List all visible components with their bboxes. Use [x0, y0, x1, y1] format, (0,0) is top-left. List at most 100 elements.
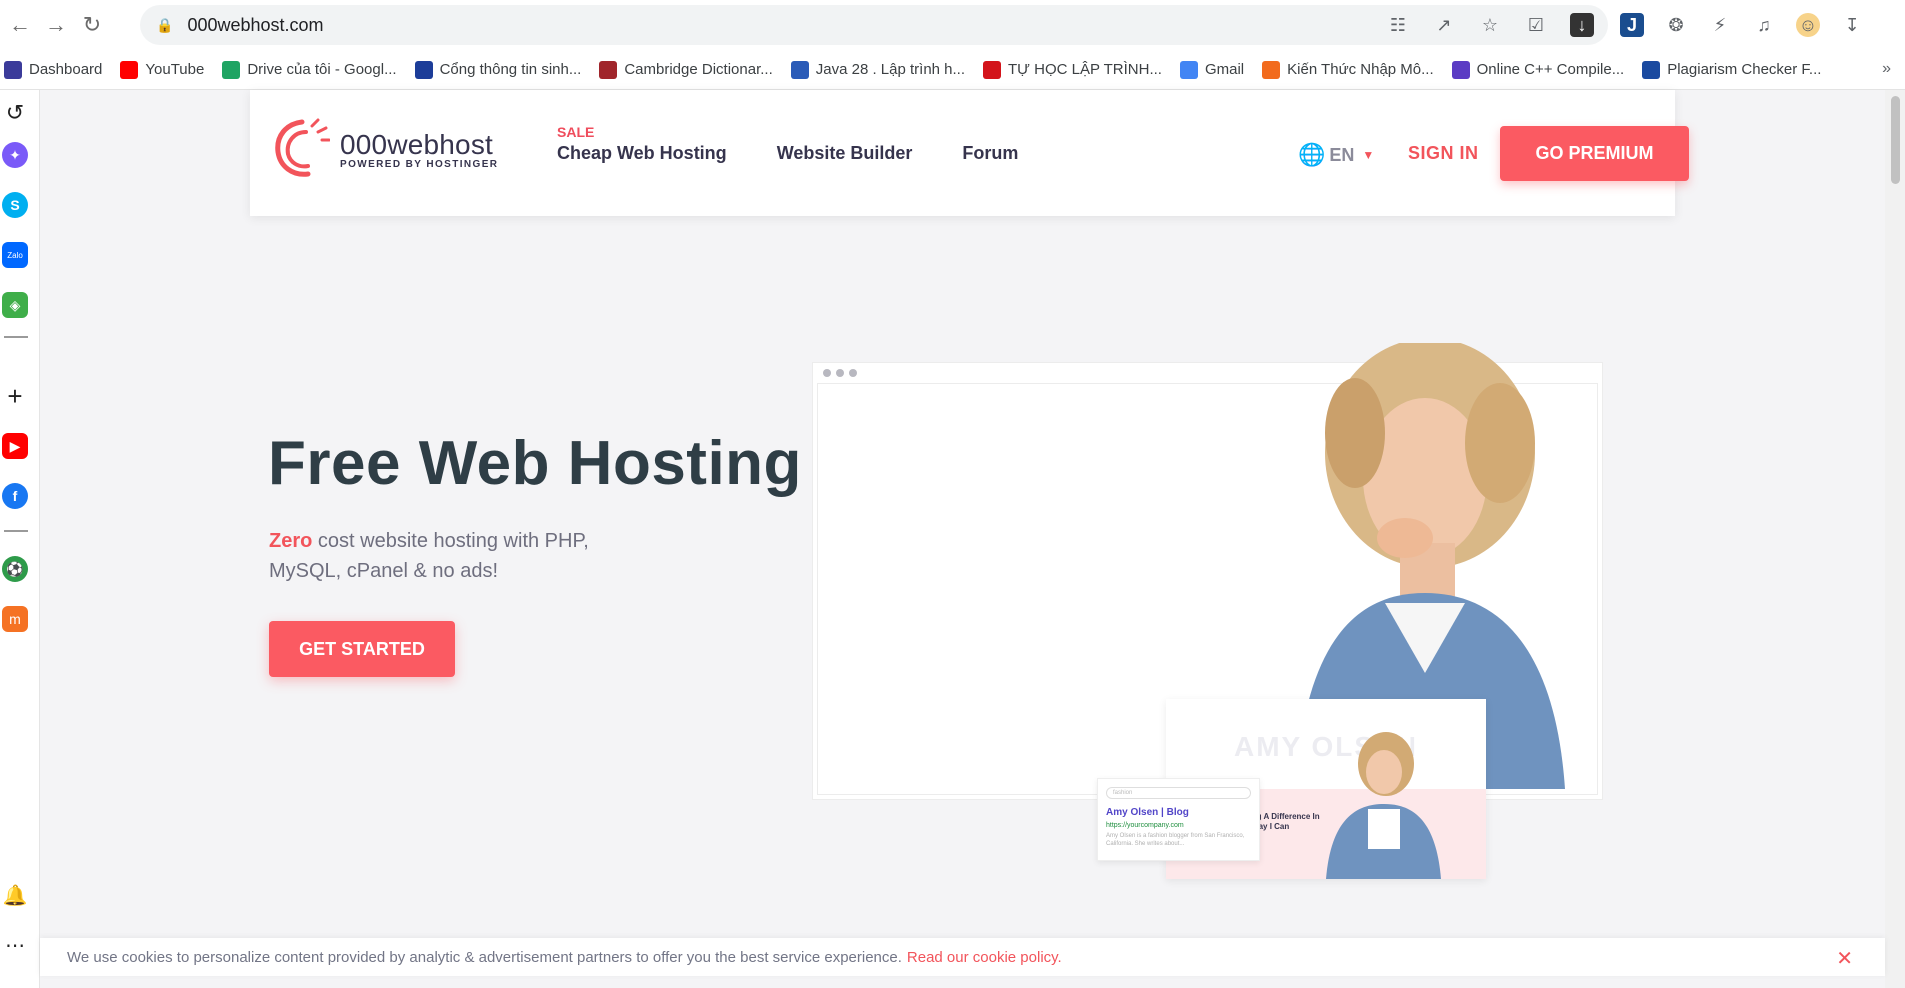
bookmark-label: Kiến Thức Nhập Mô...: [1287, 61, 1434, 78]
profile-avatar[interactable]: ☺: [1796, 13, 1820, 37]
puzzle-icon[interactable]: ❂: [1664, 13, 1688, 37]
search-result-card: fashion Amy Olsen | Blog https://yourcom…: [1097, 778, 1260, 861]
logo-swirl-icon: [275, 118, 330, 177]
share-icon[interactable]: ↗: [1432, 13, 1456, 37]
bookmark-item[interactable]: Cambridge Dictionar...: [599, 60, 773, 79]
download-icon[interactable]: ↧: [1840, 13, 1864, 37]
main-nav: SALE Cheap Web Hosting Website Builder F…: [557, 124, 1068, 164]
bookmarks-bar: Dashboard YouTube Drive của tôi - Googl...…: [0, 50, 1905, 90]
bookmark-item[interactable]: Java 28 . Lập trình h...: [790, 60, 966, 79]
bookmark-item[interactable]: Kiến Thức Nhập Mô...: [1262, 60, 1434, 79]
back-icon[interactable]: ←: [2, 7, 38, 43]
bookmark-favicon-icon: [1179, 60, 1198, 79]
language-selector[interactable]: 🌐 EN ▼: [1298, 142, 1374, 168]
mini-search-input: fashion: [1106, 787, 1251, 799]
bell-icon[interactable]: 🔔: [2, 882, 28, 908]
nav-website-builder[interactable]: Website Builder: [777, 143, 913, 164]
bookmark-favicon-icon: [4, 60, 22, 79]
get-started-button[interactable]: GET STARTED: [269, 621, 455, 677]
close-icon[interactable]: ✕: [1836, 946, 1853, 971]
go-premium-button[interactable]: GO PREMIUM: [1500, 126, 1689, 181]
hero-title: Free Web Hosting: [268, 429, 802, 498]
bolt-icon[interactable]: ⚡: [1708, 13, 1732, 37]
browser-sidebar: ↺ ✦ S Zalo ◈ + ▶ f ⚽ m 🔔 ⋯: [0, 90, 40, 988]
site-header: 000webhost POWERED BY HOSTINGER SALE Che…: [250, 90, 1689, 216]
hero-subtitle-text: cost website hosting with PHP, MySQL, cP…: [269, 530, 589, 582]
hero-highlight: Zero: [269, 530, 313, 552]
url-text[interactable]: 000webhost.com: [187, 15, 323, 36]
bookmark-label: Cổng thông tin sinh...: [439, 61, 582, 78]
bookmark-item[interactable]: Cổng thông tin sinh...: [414, 60, 582, 79]
mini-blog-desc: Amy Olsen is a fashion blogger from San …: [1106, 833, 1245, 847]
bookmark-label: YouTube: [145, 61, 205, 78]
bookmark-favicon-icon: [414, 60, 433, 79]
scrollbar[interactable]: [1885, 90, 1905, 988]
shield-extension-icon[interactable]: ☑: [1524, 13, 1548, 37]
bookmark-item[interactable]: TỰ HỌC LẬP TRÌNH...: [983, 60, 1162, 79]
nav-cheap-hosting[interactable]: SALE Cheap Web Hosting: [557, 124, 727, 164]
address-bar[interactable]: 🔒 000webhost.com ☷ ↗ ☆ ☑ ↓: [140, 5, 1608, 45]
star-icon[interactable]: ☆: [1478, 13, 1502, 37]
facebook-icon[interactable]: f: [2, 483, 28, 509]
bookmark-label: TỰ HỌC LẬP TRÌNH...: [1008, 61, 1162, 78]
reading-list-icon[interactable]: ♫: [1752, 13, 1776, 37]
gamepad-icon[interactable]: ◈: [2, 292, 28, 318]
bookmark-item[interactable]: YouTube: [120, 60, 205, 79]
bookmark-favicon-icon: [1262, 60, 1281, 79]
football-icon[interactable]: ⚽: [2, 556, 28, 582]
bookmark-label: Plagiarism Checker F...: [1667, 61, 1822, 78]
bookmark-favicon-icon: [790, 60, 809, 79]
window-dots: [823, 369, 857, 377]
logo-subtitle: POWERED BY HOSTINGER: [340, 158, 499, 170]
download-extension-icon[interactable]: ↓: [1570, 13, 1594, 37]
translate-icon[interactable]: ☷: [1386, 13, 1410, 37]
chevron-down-icon: ▼: [1362, 148, 1375, 162]
bookmark-label: Cambridge Dictionar...: [624, 61, 773, 78]
mini-blog-url: https://yourcompany.com: [1106, 822, 1184, 829]
bookmark-favicon-icon: [1642, 60, 1661, 79]
cookie-policy-link[interactable]: Read our cookie policy.: [907, 949, 1062, 966]
sale-tag: SALE: [557, 124, 595, 140]
youtube-icon[interactable]: ▶: [2, 433, 28, 459]
bookmark-favicon-icon: [222, 60, 241, 79]
bookmark-label: Online C++ Compile...: [1476, 61, 1625, 78]
browser-toolbar: ← → ↻ 🔒 000webhost.com ☷ ↗ ☆ ☑ ↓ J ❂ ⚡ ♫…: [0, 0, 1905, 50]
globe-icon: 🌐: [1298, 142, 1326, 167]
bookmark-item[interactable]: Online C++ Compile...: [1451, 60, 1625, 79]
nav-forum[interactable]: Forum: [962, 143, 1018, 164]
language-label: EN: [1329, 144, 1355, 165]
bookmark-label: Gmail: [1204, 61, 1245, 78]
scroll-thumb[interactable]: [1891, 96, 1900, 184]
site-logo[interactable]: 000webhost POWERED BY HOSTINGER: [272, 118, 498, 180]
bookmarks-more-button[interactable]: »: [1882, 60, 1891, 78]
bookmark-item[interactable]: Dashboard: [4, 60, 103, 79]
skype-icon[interactable]: S: [2, 192, 28, 218]
reload-icon[interactable]: ↻: [74, 7, 110, 43]
bookmark-item[interactable]: Gmail: [1179, 60, 1245, 79]
extension-j-icon[interactable]: J: [1620, 13, 1644, 37]
nav-cheap-hosting-label: Cheap Web Hosting: [557, 143, 727, 163]
lock-icon: 🔒: [156, 16, 174, 33]
history-icon[interactable]: ↺: [2, 100, 28, 126]
cookie-banner: We use cookies to personalize content pr…: [40, 938, 1885, 976]
bookmark-favicon-icon: [599, 60, 618, 79]
zalo-icon[interactable]: Zalo: [2, 242, 28, 268]
bookmark-item[interactable]: Drive của tôi - Googl...: [222, 60, 397, 79]
cookie-text: We use cookies to personalize content pr…: [67, 948, 902, 966]
bookmark-favicon-icon: [120, 60, 139, 79]
shopping-icon[interactable]: m: [2, 606, 28, 632]
bookmark-favicon-icon: [983, 60, 1002, 79]
bookmark-item[interactable]: Plagiarism Checker F...: [1642, 60, 1822, 79]
hero-subtitle: Zero cost website hosting with PHP, MySQ…: [269, 526, 649, 586]
bookmark-favicon-icon: [1451, 60, 1470, 79]
logo-name: 000webhost: [340, 128, 494, 160]
forward-icon[interactable]: →: [38, 7, 74, 43]
mini-woman-photo: [1326, 732, 1441, 879]
bookmark-label: Java 28 . Lập trình h...: [815, 61, 966, 78]
messenger-icon[interactable]: ✦: [2, 142, 28, 168]
more-icon[interactable]: ⋯: [2, 932, 28, 958]
bookmark-label: Dashboard: [29, 61, 103, 78]
bookmark-label: Drive của tôi - Googl...: [247, 61, 397, 78]
sign-in-link[interactable]: SIGN IN: [1408, 143, 1479, 164]
add-icon[interactable]: +: [2, 381, 28, 411]
